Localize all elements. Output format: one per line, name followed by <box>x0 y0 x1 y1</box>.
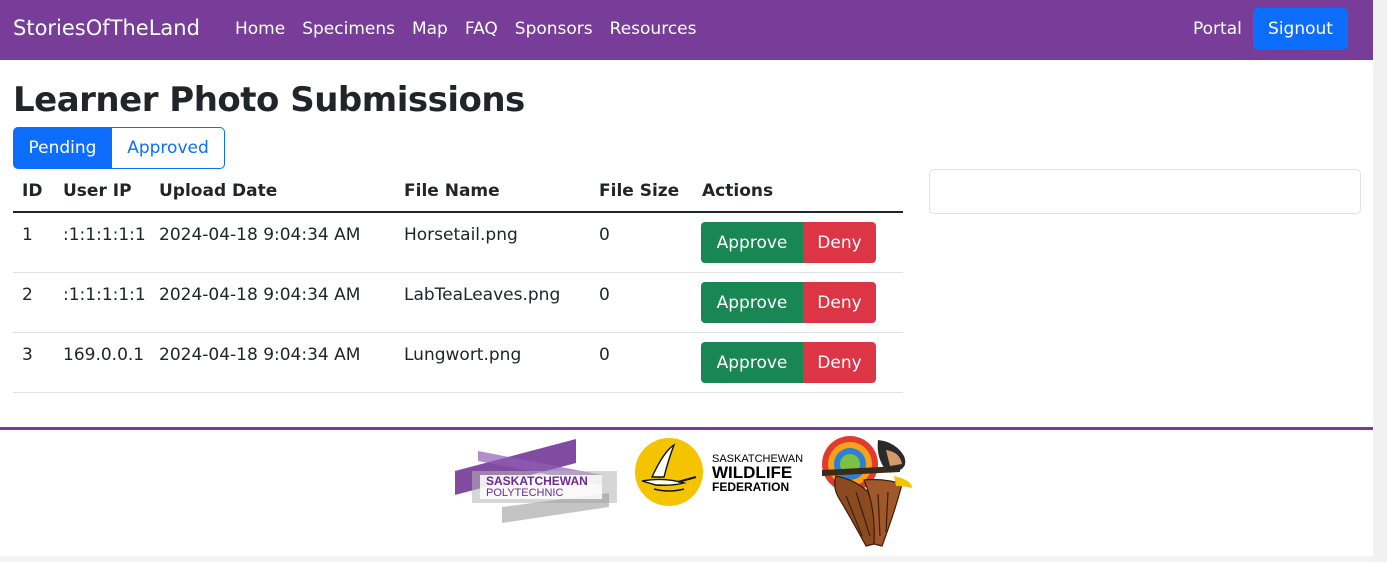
nav-link-specimens[interactable]: Specimens <box>302 19 395 39</box>
signout-button[interactable]: Signout <box>1253 8 1348 50</box>
approve-button[interactable]: Approve <box>701 282 803 323</box>
status-tabs: Pending Approved <box>13 127 225 169</box>
column-header-file-name: File Name <box>404 181 500 201</box>
top-navbar: StoriesOfTheLand Home Specimens Map FAQ … <box>0 0 1373 60</box>
cell-upload-date: 2024-04-18 9:04:34 AM <box>159 225 361 245</box>
table-header-row: ID User IP Upload Date File Name File Si… <box>13 170 903 213</box>
eagle-headdress-logo[interactable] <box>816 436 920 548</box>
nav-link-map[interactable]: Map <box>412 19 448 39</box>
row-actions: Approve Deny <box>701 342 876 383</box>
swf-logo[interactable]: SASKATCHEWAN WILDLIFE FEDERATION <box>634 437 806 509</box>
cell-id: 1 <box>22 225 33 245</box>
nav-links: Home Specimens Map FAQ Sponsors Resource… <box>235 19 714 39</box>
cell-file-name: LabTeaLeaves.png <box>404 285 561 305</box>
cell-file-size: 0 <box>599 345 610 365</box>
preview-panel <box>929 169 1361 214</box>
approve-button[interactable]: Approve <box>701 342 803 383</box>
cell-id: 2 <box>22 285 33 305</box>
deny-button[interactable]: Deny <box>803 282 876 323</box>
column-header-file-size: File Size <box>599 181 680 201</box>
submissions-table: ID User IP Upload Date File Name File Si… <box>13 170 903 393</box>
tab-pending[interactable]: Pending <box>13 127 112 169</box>
cell-user-ip: 169.0.0.1 <box>63 345 145 365</box>
swf-line3: FEDERATION <box>712 480 790 494</box>
sask-poly-line2: POLYTECHNIC <box>486 487 563 499</box>
cell-file-name: Horsetail.png <box>404 225 518 245</box>
table-row: 1 :1:1:1:1:1 2024-04-18 9:04:34 AM Horse… <box>13 213 903 273</box>
footer-divider <box>0 427 1373 430</box>
crane-emblem-icon <box>635 438 703 506</box>
eagle-headdress-icon <box>822 436 912 547</box>
footer-bottom-strip <box>0 556 1373 562</box>
cell-user-ip: :1:1:1:1:1 <box>63 285 146 305</box>
deny-button[interactable]: Deny <box>803 342 876 383</box>
approve-button[interactable]: Approve <box>701 222 803 263</box>
nav-link-faq[interactable]: FAQ <box>465 19 498 39</box>
nav-link-sponsors[interactable]: Sponsors <box>515 19 593 39</box>
cell-id: 3 <box>22 345 33 365</box>
sask-polytechnic-logo[interactable]: SASKATCHEWAN POLYTECHNIC <box>452 437 622 525</box>
row-actions: Approve Deny <box>701 282 876 323</box>
cell-user-ip: :1:1:1:1:1 <box>63 225 146 245</box>
nav-link-resources[interactable]: Resources <box>610 19 697 39</box>
nav-link-portal[interactable]: Portal <box>1193 19 1242 39</box>
cell-file-size: 0 <box>599 225 610 245</box>
cell-file-name: Lungwort.png <box>404 345 522 365</box>
column-header-user-ip: User IP <box>63 181 132 201</box>
row-actions: Approve Deny <box>701 222 876 263</box>
cell-upload-date: 2024-04-18 9:04:34 AM <box>159 285 361 305</box>
scrollbar-track[interactable] <box>1373 0 1387 562</box>
page-title: Learner Photo Submissions <box>13 80 525 120</box>
cell-upload-date: 2024-04-18 9:04:34 AM <box>159 345 361 365</box>
deny-button[interactable]: Deny <box>803 222 876 263</box>
column-header-id: ID <box>22 181 43 201</box>
table-row: 3 169.0.0.1 2024-04-18 9:04:34 AM Lungwo… <box>13 333 903 393</box>
cell-file-size: 0 <box>599 285 610 305</box>
brand-link[interactable]: StoriesOfTheLand <box>13 16 200 40</box>
column-header-upload-date: Upload Date <box>159 181 278 201</box>
table-row: 2 :1:1:1:1:1 2024-04-18 9:04:34 AM LabTe… <box>13 273 903 333</box>
sask-polytechnic-logo-graphic: SASKATCHEWAN POLYTECHNIC <box>455 439 617 523</box>
tab-approved[interactable]: Approved <box>112 127 225 169</box>
nav-link-home[interactable]: Home <box>235 19 285 39</box>
column-header-actions: Actions <box>702 181 774 201</box>
sask-poly-line1: SASKATCHEWAN <box>486 474 588 488</box>
